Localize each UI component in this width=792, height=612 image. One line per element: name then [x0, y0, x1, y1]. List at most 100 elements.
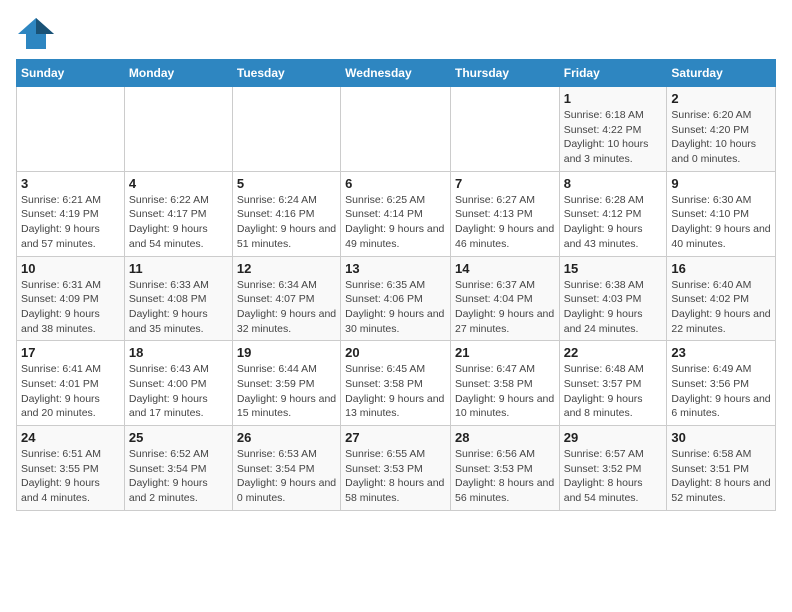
day-info: Sunrise: 6:55 AM Sunset: 3:53 PM Dayligh…	[345, 447, 446, 506]
day-info: Sunrise: 6:37 AM Sunset: 4:04 PM Dayligh…	[455, 278, 555, 337]
day-cell: 20 Sunrise: 6:45 AM Sunset: 3:58 PM Dayli…	[341, 341, 451, 426]
day-cell: 23 Sunrise: 6:49 AM Sunset: 3:56 PM Dayli…	[667, 341, 776, 426]
day-number: 25	[129, 430, 228, 445]
day-cell: 2 Sunrise: 6:20 AM Sunset: 4:20 PM Daylig…	[667, 87, 776, 172]
column-header-monday: Monday	[124, 60, 232, 87]
day-info: Sunrise: 6:52 AM Sunset: 3:54 PM Dayligh…	[129, 447, 228, 506]
day-info: Sunrise: 6:44 AM Sunset: 3:59 PM Dayligh…	[237, 362, 336, 421]
day-number: 29	[564, 430, 663, 445]
column-header-thursday: Thursday	[450, 60, 559, 87]
day-info: Sunrise: 6:24 AM Sunset: 4:16 PM Dayligh…	[237, 193, 336, 252]
day-cell: 25 Sunrise: 6:52 AM Sunset: 3:54 PM Dayli…	[124, 426, 232, 511]
day-info: Sunrise: 6:21 AM Sunset: 4:19 PM Dayligh…	[21, 193, 120, 252]
day-number: 23	[671, 345, 771, 360]
day-cell: 30 Sunrise: 6:58 AM Sunset: 3:51 PM Dayli…	[667, 426, 776, 511]
day-cell: 6 Sunrise: 6:25 AM Sunset: 4:14 PM Daylig…	[341, 171, 451, 256]
day-number: 11	[129, 261, 228, 276]
column-header-tuesday: Tuesday	[232, 60, 340, 87]
day-number: 4	[129, 176, 228, 191]
day-info: Sunrise: 6:49 AM Sunset: 3:56 PM Dayligh…	[671, 362, 771, 421]
logo-icon	[16, 16, 56, 51]
day-cell	[124, 87, 232, 172]
header	[16, 16, 776, 51]
day-number: 2	[671, 91, 771, 106]
day-info: Sunrise: 6:22 AM Sunset: 4:17 PM Dayligh…	[129, 193, 228, 252]
day-number: 12	[237, 261, 336, 276]
day-cell: 13 Sunrise: 6:35 AM Sunset: 4:06 PM Dayli…	[341, 256, 451, 341]
day-info: Sunrise: 6:45 AM Sunset: 3:58 PM Dayligh…	[345, 362, 446, 421]
day-cell: 28 Sunrise: 6:56 AM Sunset: 3:53 PM Dayli…	[450, 426, 559, 511]
day-cell: 10Sunrise: 6:31 AM Sunset: 4:09 PM Dayli…	[17, 256, 125, 341]
day-cell: 12 Sunrise: 6:34 AM Sunset: 4:07 PM Dayli…	[232, 256, 340, 341]
day-cell: 17 Sunrise: 6:41 AM Sunset: 4:01 PM Dayli…	[17, 341, 125, 426]
week-row-1: 1 Sunrise: 6:18 AM Sunset: 4:22 PM Daylig…	[17, 87, 776, 172]
day-cell: 11 Sunrise: 6:33 AM Sunset: 4:08 PM Dayli…	[124, 256, 232, 341]
day-number: 17	[21, 345, 120, 360]
day-cell: 5 Sunrise: 6:24 AM Sunset: 4:16 PM Daylig…	[232, 171, 340, 256]
day-number: 16	[671, 261, 771, 276]
day-info: Sunrise: 6:38 AM Sunset: 4:03 PM Dayligh…	[564, 278, 663, 337]
day-cell: 14 Sunrise: 6:37 AM Sunset: 4:04 PM Dayli…	[450, 256, 559, 341]
day-cell: 3 Sunrise: 6:21 AM Sunset: 4:19 PM Daylig…	[17, 171, 125, 256]
day-cell: 29Sunrise: 6:57 AM Sunset: 3:52 PM Dayli…	[559, 426, 667, 511]
day-cell	[17, 87, 125, 172]
day-number: 18	[129, 345, 228, 360]
day-number: 22	[564, 345, 663, 360]
day-number: 21	[455, 345, 555, 360]
day-info: Sunrise: 6:31 AM Sunset: 4:09 PM Dayligh…	[21, 278, 120, 337]
day-cell: 24Sunrise: 6:51 AM Sunset: 3:55 PM Dayli…	[17, 426, 125, 511]
day-info: Sunrise: 6:35 AM Sunset: 4:06 PM Dayligh…	[345, 278, 446, 337]
day-info: Sunrise: 6:53 AM Sunset: 3:54 PM Dayligh…	[237, 447, 336, 506]
calendar-table: SundayMondayTuesdayWednesdayThursdayFrid…	[16, 59, 776, 511]
day-cell: 22 Sunrise: 6:48 AM Sunset: 3:57 PM Dayli…	[559, 341, 667, 426]
week-row-5: 24Sunrise: 6:51 AM Sunset: 3:55 PM Dayli…	[17, 426, 776, 511]
day-cell: 8 Sunrise: 6:28 AM Sunset: 4:12 PM Daylig…	[559, 171, 667, 256]
day-number: 7	[455, 176, 555, 191]
day-number: 1	[564, 91, 663, 106]
week-row-3: 10Sunrise: 6:31 AM Sunset: 4:09 PM Dayli…	[17, 256, 776, 341]
logo	[16, 16, 58, 51]
day-cell: 16 Sunrise: 6:40 AM Sunset: 4:02 PM Dayli…	[667, 256, 776, 341]
day-number: 8	[564, 176, 663, 191]
day-info: Sunrise: 6:41 AM Sunset: 4:01 PM Dayligh…	[21, 362, 120, 421]
day-info: Sunrise: 6:56 AM Sunset: 3:53 PM Dayligh…	[455, 447, 555, 506]
day-cell: 19Sunrise: 6:44 AM Sunset: 3:59 PM Dayli…	[232, 341, 340, 426]
day-number: 20	[345, 345, 446, 360]
day-cell: 1 Sunrise: 6:18 AM Sunset: 4:22 PM Daylig…	[559, 87, 667, 172]
day-info: Sunrise: 6:58 AM Sunset: 3:51 PM Dayligh…	[671, 447, 771, 506]
week-row-4: 17 Sunrise: 6:41 AM Sunset: 4:01 PM Dayli…	[17, 341, 776, 426]
day-number: 3	[21, 176, 120, 191]
day-cell	[450, 87, 559, 172]
day-number: 27	[345, 430, 446, 445]
day-info: Sunrise: 6:18 AM Sunset: 4:22 PM Dayligh…	[564, 108, 663, 167]
day-info: Sunrise: 6:48 AM Sunset: 3:57 PM Dayligh…	[564, 362, 663, 421]
day-number: 13	[345, 261, 446, 276]
week-row-2: 3 Sunrise: 6:21 AM Sunset: 4:19 PM Daylig…	[17, 171, 776, 256]
day-info: Sunrise: 6:25 AM Sunset: 4:14 PM Dayligh…	[345, 193, 446, 252]
column-header-wednesday: Wednesday	[341, 60, 451, 87]
column-header-sunday: Sunday	[17, 60, 125, 87]
day-info: Sunrise: 6:34 AM Sunset: 4:07 PM Dayligh…	[237, 278, 336, 337]
day-number: 14	[455, 261, 555, 276]
calendar-header-row: SundayMondayTuesdayWednesdayThursdayFrid…	[17, 60, 776, 87]
day-number: 15	[564, 261, 663, 276]
day-number: 28	[455, 430, 555, 445]
day-info: Sunrise: 6:20 AM Sunset: 4:20 PM Dayligh…	[671, 108, 771, 167]
day-info: Sunrise: 6:28 AM Sunset: 4:12 PM Dayligh…	[564, 193, 663, 252]
day-number: 30	[671, 430, 771, 445]
day-info: Sunrise: 6:43 AM Sunset: 4:00 PM Dayligh…	[129, 362, 228, 421]
day-cell: 4 Sunrise: 6:22 AM Sunset: 4:17 PM Daylig…	[124, 171, 232, 256]
day-info: Sunrise: 6:40 AM Sunset: 4:02 PM Dayligh…	[671, 278, 771, 337]
day-cell: 21 Sunrise: 6:47 AM Sunset: 3:58 PM Dayli…	[450, 341, 559, 426]
day-info: Sunrise: 6:30 AM Sunset: 4:10 PM Dayligh…	[671, 193, 771, 252]
day-number: 9	[671, 176, 771, 191]
day-number: 6	[345, 176, 446, 191]
calendar-body: 1 Sunrise: 6:18 AM Sunset: 4:22 PM Daylig…	[17, 87, 776, 511]
day-info: Sunrise: 6:47 AM Sunset: 3:58 PM Dayligh…	[455, 362, 555, 421]
column-header-friday: Friday	[559, 60, 667, 87]
day-number: 5	[237, 176, 336, 191]
day-cell: 27 Sunrise: 6:55 AM Sunset: 3:53 PM Dayli…	[341, 426, 451, 511]
day-info: Sunrise: 6:33 AM Sunset: 4:08 PM Dayligh…	[129, 278, 228, 337]
day-cell: 18 Sunrise: 6:43 AM Sunset: 4:00 PM Dayli…	[124, 341, 232, 426]
day-number: 26	[237, 430, 336, 445]
